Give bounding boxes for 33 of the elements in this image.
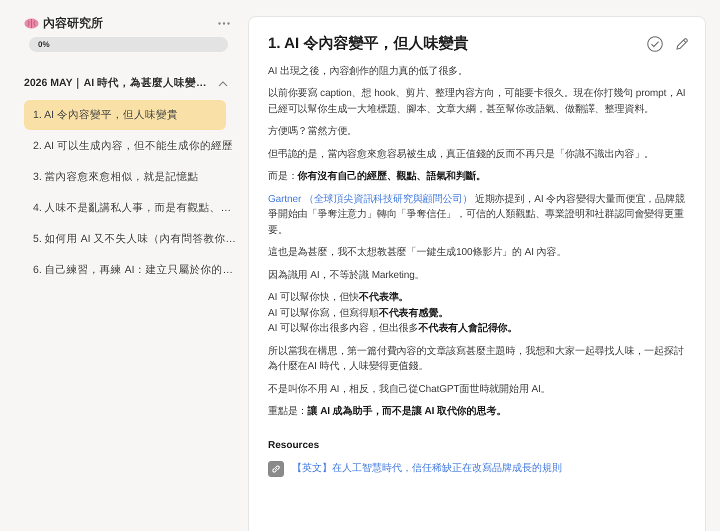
brain-icon bbox=[24, 18, 39, 28]
more-button[interactable] bbox=[218, 22, 230, 24]
paragraph: 不是叫你不用 AI，相反，我自己從ChatGPT面世時就開始用 AI。 bbox=[268, 382, 552, 396]
lesson-item[interactable]: 4. 人味不是亂講私人事，而是有觀點、… bbox=[24, 192, 240, 223]
lesson-item[interactable]: 1. AI 令內容變平，但人味變貴 bbox=[24, 100, 226, 130]
lesson-item[interactable]: 6. 自己練習，再練 AI：建立只屬於你的… bbox=[24, 254, 242, 285]
text-line: AI 可以幫你快，但快不代表準。 bbox=[268, 290, 410, 305]
complete-button[interactable] bbox=[647, 36, 663, 52]
paragraph: 方便嗎？當然方便。 bbox=[268, 124, 358, 139]
paragraph: 以前你要寫 caption、想 hook、剪片、整理內容方向，可能要卡很久。現在你打幾句 prompt，AI 已經可以幫你生成一大堆標題、腳本、文章大綱，甚至幫你改語氣、做翻譯、整理資料。 bbox=[268, 86, 686, 116]
paragraph: 這也是為甚麼，我不太想教甚麼「一鍵生成100條影片」的 AI 內容。 bbox=[268, 246, 568, 260]
lesson-item[interactable]: 3. 當內容愈來愈相似，就是記憶點 bbox=[24, 162, 226, 192]
progress-label: 0% bbox=[37, 39, 51, 51]
text-line: AI 可以幫你寫，但寫得順不代表有感覺。 bbox=[268, 306, 450, 320]
lesson-item[interactable]: 5. 如何用 AI 又不失人味（內有問答教你… bbox=[24, 224, 245, 254]
paragraph: 因為識用 AI，不等於識 Marketing。 bbox=[268, 268, 426, 282]
paragraph: AI 出現之後，內容創作的阻力真的低了很多。 bbox=[268, 64, 470, 78]
resources-heading: Resources bbox=[268, 438, 320, 452]
lesson-item[interactable]: 2. AI 可以生成內容，但不能生成你的經歷 bbox=[24, 130, 242, 161]
edit-button[interactable] bbox=[675, 37, 689, 52]
link-icon bbox=[268, 460, 284, 476]
chevron-icon[interactable] bbox=[218, 80, 228, 87]
article-title: 1. AI 令內容變平，但人味變貴 bbox=[268, 34, 468, 54]
paragraph: 重點是：讓 AI 成為助手，而不是讓 AI 取代你的思考。 bbox=[268, 404, 508, 419]
paragraph: 但弔詭的是，當內容愈來愈容易被生成，真正值錢的反而不再只是「你識不識出內容」。 bbox=[268, 148, 656, 162]
source-link[interactable]: Gartner （全球頂尖資訊科技研究與顧問公司） bbox=[268, 194, 472, 204]
paragraph: Gartner （全球頂尖資訊科技研究與顧問公司） 近期亦提到，AI 令內容變得大量而便宜，品牌競爭開始由「爭奪注意力」轉向「爭奪信任」，可信的人類觀點、專業證明和社群認同會變得更重要。 bbox=[268, 192, 686, 238]
paragraph: 而是：你有沒有自己的經歷、觀點、語氣和判斷。 bbox=[268, 170, 487, 184]
section-title: 2026 MAY｜AI 時代，為甚麼人味變… bbox=[24, 76, 207, 91]
sidebar-title: 內容研究所 bbox=[43, 15, 103, 32]
text-line: AI 可以幫你出很多內容，但出很多不代表有人會記得你。 bbox=[268, 322, 519, 336]
paragraph: 所以當我在構思，第一篇付費內容的文章該寫甚麼主題時，我想和大家一起尋找人味，一起探討為什麼在AI 時代，人味變得更值錢。 bbox=[268, 344, 685, 374]
resource-link[interactable]: 【英文】在人工智慧時代，信任稀缺正在改寫品牌成長的規則 bbox=[292, 461, 562, 476]
